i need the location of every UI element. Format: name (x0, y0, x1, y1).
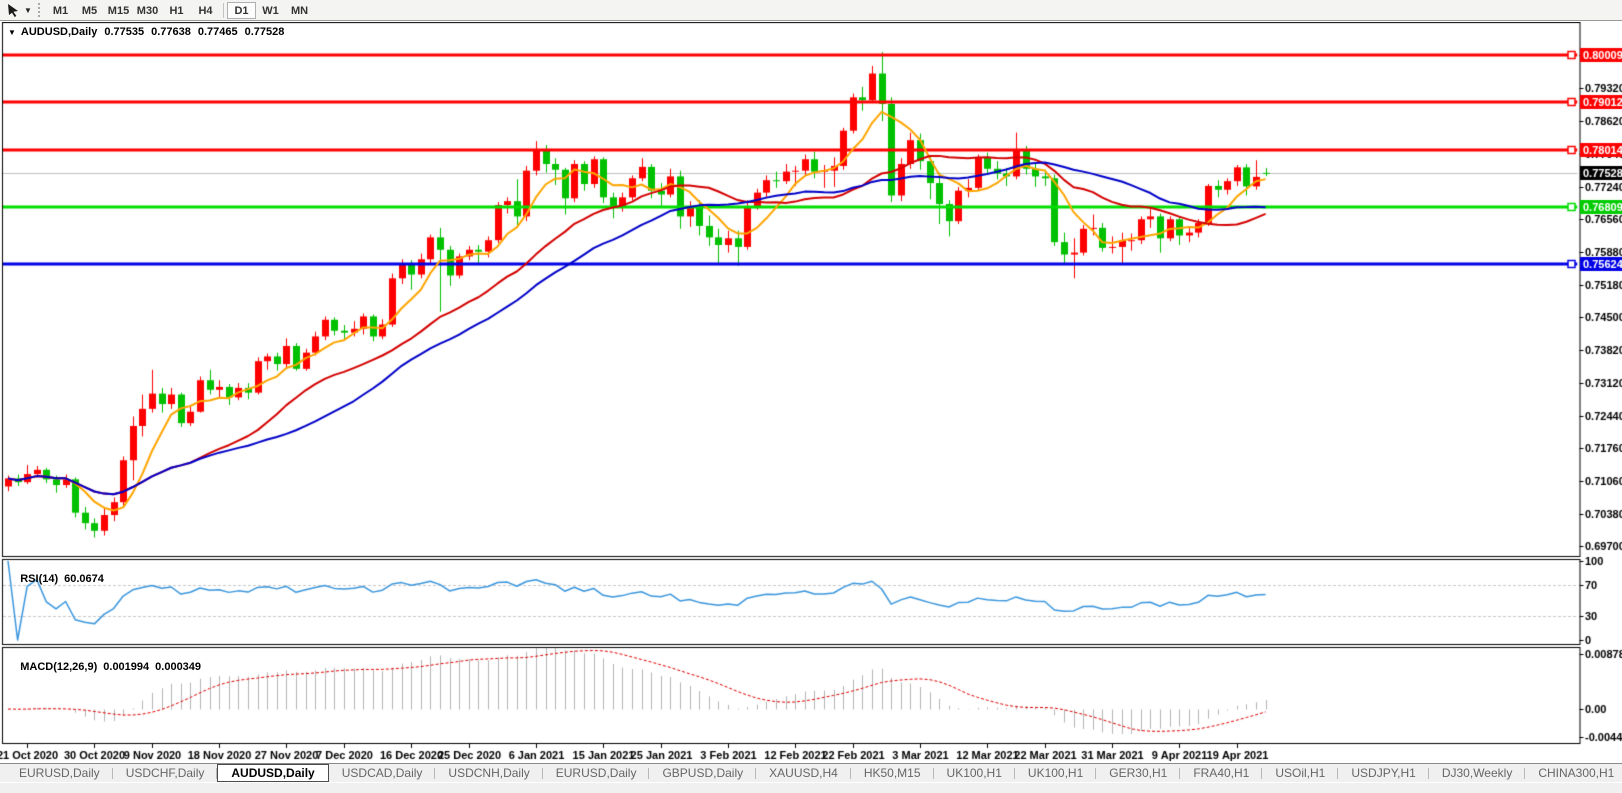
status-bar (0, 782, 1622, 793)
timeframe-button-m5[interactable]: M5 (75, 2, 104, 19)
tab-uk100-h1-1[interactable]: UK100,H1 (934, 764, 1016, 782)
timeframe-toolbar: ▼ M1 M5 M15 M30 H1 H4 D1 W1 MN (0, 0, 1622, 21)
tool-dropdown-caret[interactable]: ▼ (22, 6, 34, 15)
timeframe-button-h1[interactable]: H1 (162, 2, 191, 19)
timeframe-button-m1[interactable]: M1 (46, 2, 75, 19)
tab-usdjpy-h1[interactable]: USDJPY,H1 (1338, 764, 1430, 782)
ohlc-high: 0.77638 (151, 26, 191, 38)
macd-indicator-label: MACD(12,26,9) 0.001994 0.000349 (8, 649, 207, 685)
trading-app-window: ▼ M1 M5 M15 M30 H1 H4 D1 W1 MN ▼ AUDUSD,… (0, 0, 1622, 793)
tab-usdcad-daily[interactable]: USDCAD,Daily (329, 764, 436, 782)
symbol-dropdown-caret[interactable]: ▼ (8, 28, 16, 37)
tab-eurusd-daily-1[interactable]: EURUSD,Daily (6, 764, 113, 782)
chart-canvas[interactable] (0, 22, 1622, 763)
tab-hk50-m15[interactable]: HK50,M15 (851, 764, 934, 782)
macd-main: 0.001994 (103, 661, 150, 673)
ohlc-open: 0.77535 (104, 26, 145, 38)
timeframe-button-h4[interactable]: H4 (191, 2, 220, 19)
ohlc-low: 0.77465 (197, 26, 238, 38)
macd-name: MACD(12,26,9) (20, 661, 98, 673)
timeframe-button-m15[interactable]: M15 (104, 2, 133, 19)
toolbar-divider (223, 2, 224, 18)
timeframe-button-mn[interactable]: MN (285, 2, 314, 19)
rsi-value: 60.0674 (64, 573, 104, 585)
timeframe-button-w1[interactable]: W1 (256, 2, 285, 19)
tab-eurusd-daily-2[interactable]: EURUSD,Daily (543, 764, 650, 782)
tab-uk100-h1-2[interactable]: UK100,H1 (1015, 764, 1097, 782)
rsi-indicator-label: RSI(14) 60.0674 (8, 561, 110, 597)
tab-china300-h1[interactable]: CHINA300,H1 (1525, 764, 1622, 782)
tab-usoil-h1[interactable]: USOil,H1 (1262, 764, 1339, 782)
tab-usdcnh-daily[interactable]: USDCNH,Daily (435, 764, 544, 782)
tab-gbpusd-daily[interactable]: GBPUSD,Daily (649, 764, 756, 782)
timeframe-button-d1[interactable]: D1 (227, 1, 256, 19)
tab-ger30-h1[interactable]: GER30,H1 (1096, 764, 1181, 782)
macd-signal: 0.000349 (155, 661, 202, 673)
ohlc-close: 0.77528 (244, 26, 285, 38)
chart-tab-bar: EURUSD,Daily USDCHF,Daily AUDUSD,Daily U… (0, 763, 1622, 782)
chart-symbol: AUDUSD,Daily (20, 26, 98, 38)
tab-xauusd-h4[interactable]: XAUUSD,H4 (756, 764, 851, 782)
rsi-name: RSI(14) (20, 573, 59, 585)
toolbar-grip[interactable] (38, 3, 40, 17)
tab-audusd-daily[interactable]: AUDUSD,Daily (217, 764, 329, 782)
tab-usdchf-daily[interactable]: USDCHF,Daily (113, 764, 218, 782)
chart-title[interactable]: ▼ AUDUSD,Daily 0.77535 0.77638 0.77465 0… (8, 26, 284, 38)
timeframe-button-m30[interactable]: M30 (133, 2, 162, 19)
tab-fra40-h1[interactable]: FRA40,H1 (1180, 764, 1263, 782)
cursor-tool-icon[interactable] (4, 2, 22, 18)
tab-dj30-weekly[interactable]: DJ30,Weekly (1429, 764, 1526, 782)
